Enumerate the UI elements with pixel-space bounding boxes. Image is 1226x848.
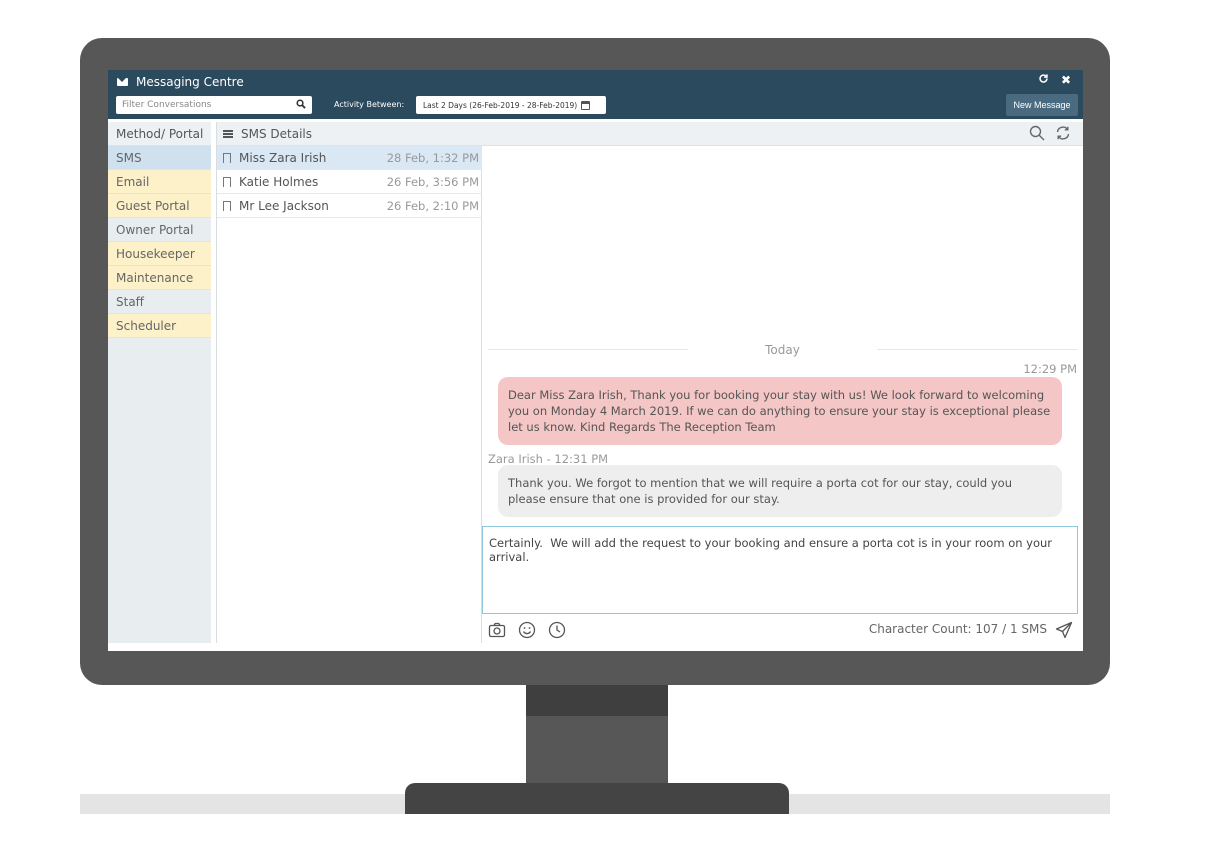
conversation-name: Mr Lee Jackson [239,198,329,213]
character-count: Character Count: 107 / 1 SMS [868,622,1047,636]
message-thread-header [482,122,1083,146]
envelope-icon [117,78,128,86]
conversation-time: 26 Feb, 3:56 PM [386,174,479,189]
filter-conversations-input[interactable]: Filter Conversations [116,96,312,114]
conversation-row[interactable]: Mr Lee Jackson 26 Feb, 2:10 PM [217,194,483,218]
sidebar-item-owner-portal[interactable]: Owner Portal [108,218,211,242]
composer-footer: Character Count: 107 / 1 SMS [482,617,1083,643]
conversation-name: Katie Holmes [239,174,319,189]
outgoing-timestamp: 12:29 PM [1023,362,1077,376]
camera-icon[interactable] [488,621,506,639]
close-icon[interactable]: ✖ [1061,73,1071,87]
monitor-base [405,783,789,814]
sidebar-item-housekeeper[interactable]: Housekeeper [108,242,211,266]
filter-placeholder: Filter Conversations [122,100,212,110]
refresh-icon[interactable] [1055,125,1071,141]
sidebar-item-email[interactable]: Email [108,170,211,194]
search-icon[interactable] [1029,125,1045,141]
window-controls: ✖ [1038,73,1071,87]
activity-between-label: Activity Between: [334,100,405,109]
new-message-button[interactable]: New Message [1006,94,1078,116]
conversation-list: SMS Details Miss Zara Irish 28 Feb, 1:32… [216,122,483,643]
window-title: Messaging Centre [136,75,244,89]
sidebar-item-maintenance[interactable]: Maintenance [108,266,211,290]
menu-icon[interactable] [223,129,233,138]
conversation-row[interactable]: Miss Zara Irish 28 Feb, 1:32 PM [217,146,483,170]
monitor-neck-shadow [526,685,668,716]
clock-icon[interactable] [548,621,566,639]
send-icon[interactable] [1055,621,1073,639]
smiley-icon[interactable] [518,621,536,639]
incoming-message-bubble: Thank you. We forgot to mention that we … [498,465,1062,517]
date-range-picker[interactable]: Last 2 Days (26-Feb-2019 - 28-Feb-2019) [416,96,606,114]
conversation-rows: Miss Zara Irish 28 Feb, 1:32 PM Katie Ho… [217,146,483,218]
conversation-list-header: SMS Details [217,122,483,146]
desktop-scene: Messaging Centre ✖ Filter Conversations … [0,0,1226,848]
sidebar-item-guest-portal[interactable]: Guest Portal [108,194,211,218]
sidebar-item-sms[interactable]: SMS [108,146,211,170]
bookmark-icon[interactable] [223,152,231,164]
refresh-icon[interactable] [1038,73,1049,87]
sidebar-header: Method/ Portal [108,122,211,146]
conversation-time: 28 Feb, 1:32 PM [386,150,479,165]
date-range-text: Last 2 Days (26-Feb-2019 - 28-Feb-2019) [423,100,578,110]
search-icon[interactable] [296,98,306,112]
sidebar-item-scheduler[interactable]: Scheduler [108,314,211,338]
app-title: Messaging Centre [117,74,244,90]
outgoing-message-bubble: Dear Miss Zara Irish, Thank you for book… [498,377,1062,445]
incoming-sender-label: Zara Irish - 12:31 PM [488,452,609,466]
message-thread-pane: Today 12:29 PM Dear Miss Zara Irish, Tha… [482,122,1083,643]
bookmark-icon[interactable] [223,200,231,212]
calendar-icon[interactable] [581,100,591,110]
message-composer-input[interactable]: Certainly. We will add the request to yo… [482,526,1078,614]
messaging-centre-window: Messaging Centre ✖ Filter Conversations … [108,70,1083,651]
bookmark-icon[interactable] [223,176,231,188]
conversation-name: Miss Zara Irish [239,150,327,165]
conversation-time: 26 Feb, 2:10 PM [386,198,479,213]
title-bar: Messaging Centre ✖ Filter Conversations … [108,70,1083,119]
day-separator: Today [488,342,1077,358]
sidebar-item-staff[interactable]: Staff [108,290,211,314]
conversation-list-title: SMS Details [241,126,313,141]
conversation-row[interactable]: Katie Holmes 26 Feb, 3:56 PM [217,170,483,194]
method-portal-sidebar: Method/ Portal SMS Email Guest Portal Ow… [108,122,211,643]
